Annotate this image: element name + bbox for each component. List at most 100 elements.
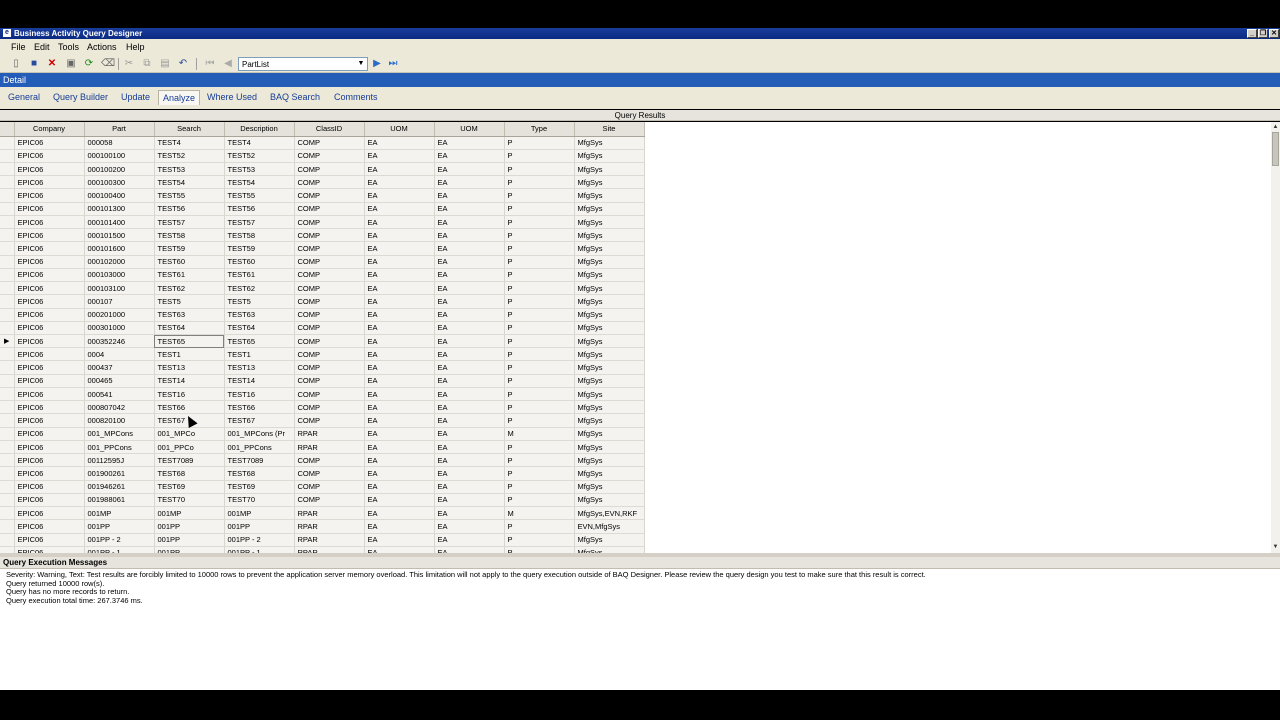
table-cell[interactable]: TEST52 bbox=[224, 149, 295, 163]
table-cell[interactable]: EA bbox=[434, 400, 505, 415]
table-cell[interactable]: TEST70 bbox=[154, 493, 225, 508]
table-cell[interactable]: TEST60 bbox=[154, 255, 225, 269]
table-cell[interactable]: EPIC06 bbox=[14, 387, 85, 402]
table-cell[interactable]: P bbox=[504, 149, 575, 163]
save-icon[interactable]: ■ bbox=[28, 58, 40, 70]
table-cell[interactable]: 000465 bbox=[84, 374, 155, 388]
undo-icon[interactable]: ↶ bbox=[177, 58, 189, 70]
table-cell[interactable]: P bbox=[504, 440, 575, 455]
table-cell[interactable]: EA bbox=[364, 519, 435, 534]
table-cell[interactable]: EA bbox=[434, 374, 505, 388]
table-cell[interactable]: RPAR bbox=[294, 427, 365, 441]
table-cell[interactable]: EPIC06 bbox=[14, 334, 85, 349]
table-cell[interactable]: EA bbox=[364, 533, 435, 547]
table-cell[interactable]: COMP bbox=[294, 466, 365, 481]
table-cell[interactable]: EA bbox=[364, 294, 435, 309]
table-cell[interactable]: EA bbox=[434, 215, 505, 230]
table-cell[interactable]: 001MP bbox=[224, 506, 295, 521]
table-row[interactable]: EPIC06 001_MPCons 001_MPCo 001_MPCons (Pr RP… bbox=[0, 427, 645, 441]
table-cell[interactable]: P bbox=[504, 493, 575, 508]
table-cell[interactable]: EPIC06 bbox=[14, 255, 85, 269]
table-cell[interactable]: TEST58 bbox=[154, 228, 225, 243]
table-cell[interactable]: 001_MPCons bbox=[84, 427, 155, 441]
next-record-icon[interactable]: ▶ bbox=[371, 58, 383, 70]
table-cell[interactable]: RPAR bbox=[294, 533, 365, 547]
table-cell[interactable]: P bbox=[504, 268, 575, 283]
table-row[interactable]: EPIC06 000100400 TEST55 TEST55 COMP EA EA P MfgS… bbox=[0, 188, 645, 203]
table-cell[interactable]: EPIC06 bbox=[14, 241, 85, 256]
table-cell[interactable]: EPIC06 bbox=[14, 188, 85, 203]
row-selector[interactable] bbox=[0, 347, 15, 362]
table-cell[interactable]: COMP bbox=[294, 188, 365, 203]
grid-vertical-scrollbar[interactable]: ▲ ▼ bbox=[1271, 122, 1280, 553]
menu-help[interactable]: Help bbox=[126, 42, 145, 52]
table-cell[interactable]: EA bbox=[364, 136, 435, 150]
table-cell[interactable]: P bbox=[504, 215, 575, 230]
table-cell[interactable]: MfgSys bbox=[574, 480, 645, 494]
row-selector[interactable] bbox=[0, 149, 15, 163]
table-cell[interactable]: TEST7089 bbox=[154, 453, 225, 468]
row-selector[interactable] bbox=[0, 466, 15, 481]
table-cell[interactable]: EA bbox=[364, 347, 435, 362]
table-row[interactable]: EPIC06 000100100 TEST52 TEST52 COMP EA EA P MfgS… bbox=[0, 149, 645, 163]
row-selector[interactable] bbox=[0, 321, 15, 336]
table-cell[interactable]: EA bbox=[434, 453, 505, 468]
table-cell[interactable]: 001PP bbox=[154, 519, 225, 534]
table-cell[interactable]: MfgSys bbox=[574, 136, 645, 150]
column-header[interactable]: ClassID bbox=[294, 122, 365, 137]
row-selector[interactable] bbox=[0, 294, 15, 309]
table-cell[interactable]: 001_MPCons (Pr bbox=[224, 427, 295, 441]
table-cell[interactable]: 000437 bbox=[84, 360, 155, 375]
table-cell[interactable]: TEST68 bbox=[224, 466, 295, 481]
table-row[interactable]: EPIC06 000437 TEST13 TEST13 COMP EA EA P MfgSys bbox=[0, 360, 645, 375]
table-cell[interactable]: EA bbox=[364, 255, 435, 269]
menu-tools[interactable]: Tools bbox=[58, 42, 79, 52]
table-cell[interactable]: COMP bbox=[294, 202, 365, 216]
table-cell[interactable]: EA bbox=[434, 188, 505, 203]
table-cell[interactable]: P bbox=[504, 480, 575, 494]
table-cell[interactable]: P bbox=[504, 374, 575, 388]
table-cell[interactable]: 00112595J bbox=[84, 453, 155, 468]
table-cell[interactable]: TEST62 bbox=[224, 281, 295, 296]
table-cell[interactable]: EA bbox=[364, 546, 435, 553]
table-cell[interactable]: 001MP bbox=[154, 506, 225, 521]
table-cell[interactable]: TEST68 bbox=[154, 466, 225, 481]
table-cell[interactable]: RPAR bbox=[294, 519, 365, 534]
table-cell[interactable]: MfgSys bbox=[574, 453, 645, 468]
table-row[interactable]: EPIC06 001PP - 2 001PP 001PP - 2 RPAR EA EA P Mf… bbox=[0, 533, 645, 547]
table-cell[interactable]: EA bbox=[364, 188, 435, 203]
table-cell[interactable]: EPIC06 bbox=[14, 533, 85, 547]
tab-analyze[interactable]: Analyze bbox=[158, 90, 201, 105]
table-cell[interactable]: TEST61 bbox=[154, 268, 225, 283]
table-cell[interactable]: MfgSys bbox=[574, 202, 645, 216]
row-selector[interactable] bbox=[0, 162, 15, 177]
table-row[interactable]: EPIC06 000301000 TEST64 TEST64 COMP EA EA P MfgS… bbox=[0, 321, 645, 336]
table-cell[interactable]: EPIC06 bbox=[14, 162, 85, 177]
table-cell[interactable]: P bbox=[504, 202, 575, 216]
table-cell[interactable]: TEST53 bbox=[224, 162, 295, 177]
table-cell[interactable]: EA bbox=[364, 400, 435, 415]
table-row[interactable]: EPIC06 000101300 TEST56 TEST56 COMP EA EA P MfgS… bbox=[0, 202, 645, 216]
table-row[interactable]: EPIC06 001988061 TEST70 TEST70 COMP EA EA P MfgS… bbox=[0, 493, 645, 508]
table-cell[interactable]: 0004 bbox=[84, 347, 155, 362]
table-row[interactable]: EPIC06 001946261 TEST69 TEST69 COMP EA EA P MfgS… bbox=[0, 480, 645, 494]
table-cell[interactable]: 001PP - 2 bbox=[84, 533, 155, 547]
table-cell[interactable]: M bbox=[504, 506, 575, 521]
table-cell[interactable]: EPIC06 bbox=[14, 374, 85, 388]
table-cell[interactable]: EA bbox=[434, 321, 505, 336]
row-selector[interactable] bbox=[0, 413, 15, 428]
table-cell[interactable]: P bbox=[504, 136, 575, 150]
table-cell[interactable]: MfgSys bbox=[574, 440, 645, 455]
table-cell[interactable]: MfgSys bbox=[574, 387, 645, 402]
table-cell[interactable]: 000058 bbox=[84, 136, 155, 150]
table-cell[interactable]: TEST54 bbox=[154, 175, 225, 190]
table-cell[interactable]: TEST65 bbox=[224, 334, 295, 349]
delete-icon[interactable]: ✕ bbox=[46, 58, 58, 70]
table-row[interactable]: EPIC06 000201000 TEST63 TEST63 COMP EA EA P MfgS… bbox=[0, 308, 645, 322]
table-cell[interactable]: EPIC06 bbox=[14, 480, 85, 494]
table-cell[interactable]: EA bbox=[434, 162, 505, 177]
table-cell[interactable]: EPIC06 bbox=[14, 308, 85, 322]
row-selector[interactable] bbox=[0, 175, 15, 190]
table-cell[interactable]: RPAR bbox=[294, 546, 365, 553]
table-cell[interactable]: 001PP bbox=[224, 519, 295, 534]
